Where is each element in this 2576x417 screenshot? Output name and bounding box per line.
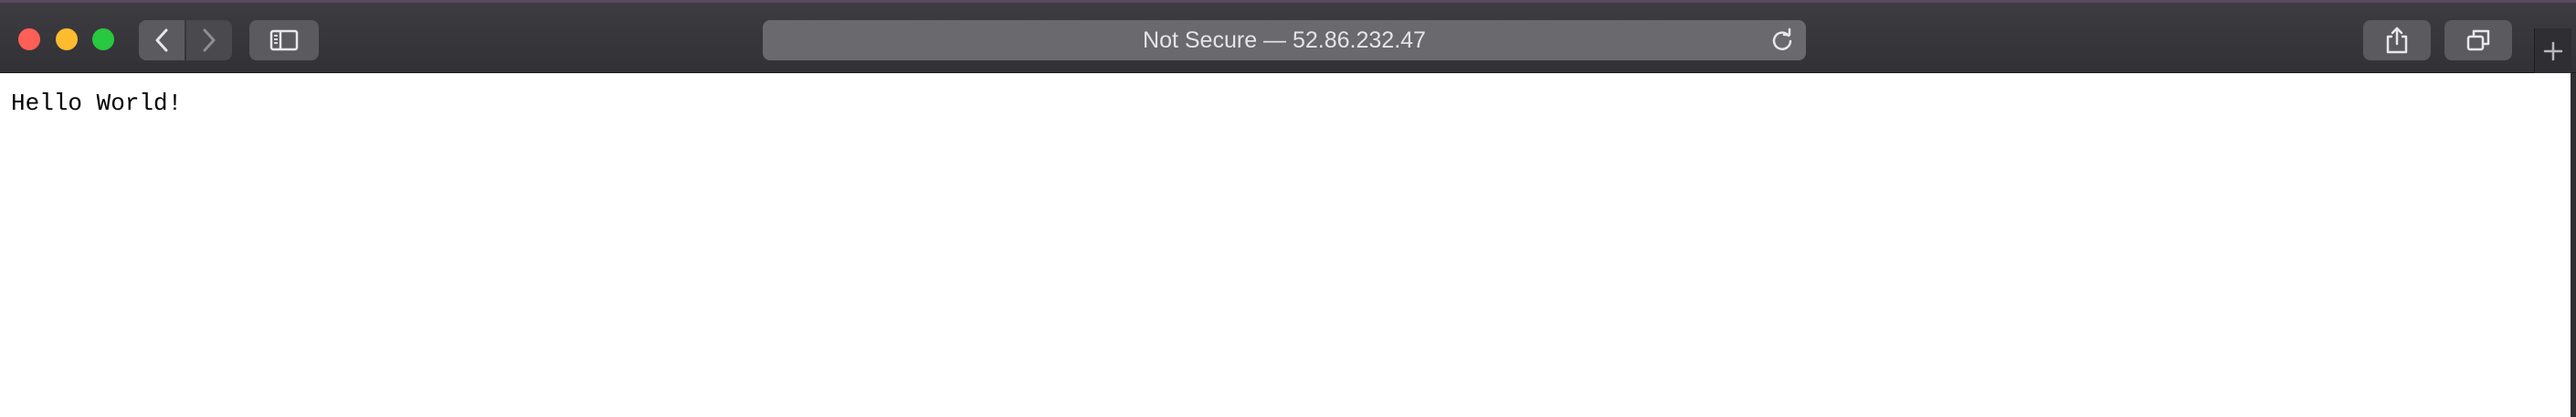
zoom-window-button[interactable] bbox=[92, 28, 114, 50]
sidebar-icon bbox=[269, 29, 299, 51]
close-window-button[interactable] bbox=[18, 28, 40, 50]
window-edge bbox=[2571, 73, 2576, 417]
chevron-left-icon bbox=[155, 28, 168, 52]
chevron-right-icon bbox=[203, 28, 216, 52]
share-icon bbox=[2386, 27, 2408, 54]
reload-icon[interactable] bbox=[1769, 27, 1795, 53]
back-button[interactable] bbox=[139, 20, 185, 60]
share-button[interactable] bbox=[2363, 20, 2431, 60]
browser-toolbar: Not Secure — 52.86.232.47 bbox=[0, 0, 2576, 74]
forward-button[interactable] bbox=[186, 20, 232, 60]
web-page-content: Hello World! bbox=[0, 73, 2571, 417]
address-bar-text: Not Secure — 52.86.232.47 bbox=[1143, 27, 1426, 53]
browser-window: Not Secure — 52.86.232.47 Hello World! bbox=[0, 0, 2576, 417]
minimize-window-button[interactable] bbox=[56, 28, 78, 50]
sidebar-button[interactable] bbox=[249, 20, 319, 60]
address-bar[interactable]: Not Secure — 52.86.232.47 bbox=[763, 20, 1806, 60]
tab-overview-button[interactable] bbox=[2444, 20, 2512, 60]
page-body-text: Hello World! bbox=[11, 90, 183, 117]
new-tab-button[interactable] bbox=[2534, 28, 2571, 74]
plus-icon bbox=[2543, 41, 2563, 61]
tab-overview-icon bbox=[2466, 29, 2490, 51]
